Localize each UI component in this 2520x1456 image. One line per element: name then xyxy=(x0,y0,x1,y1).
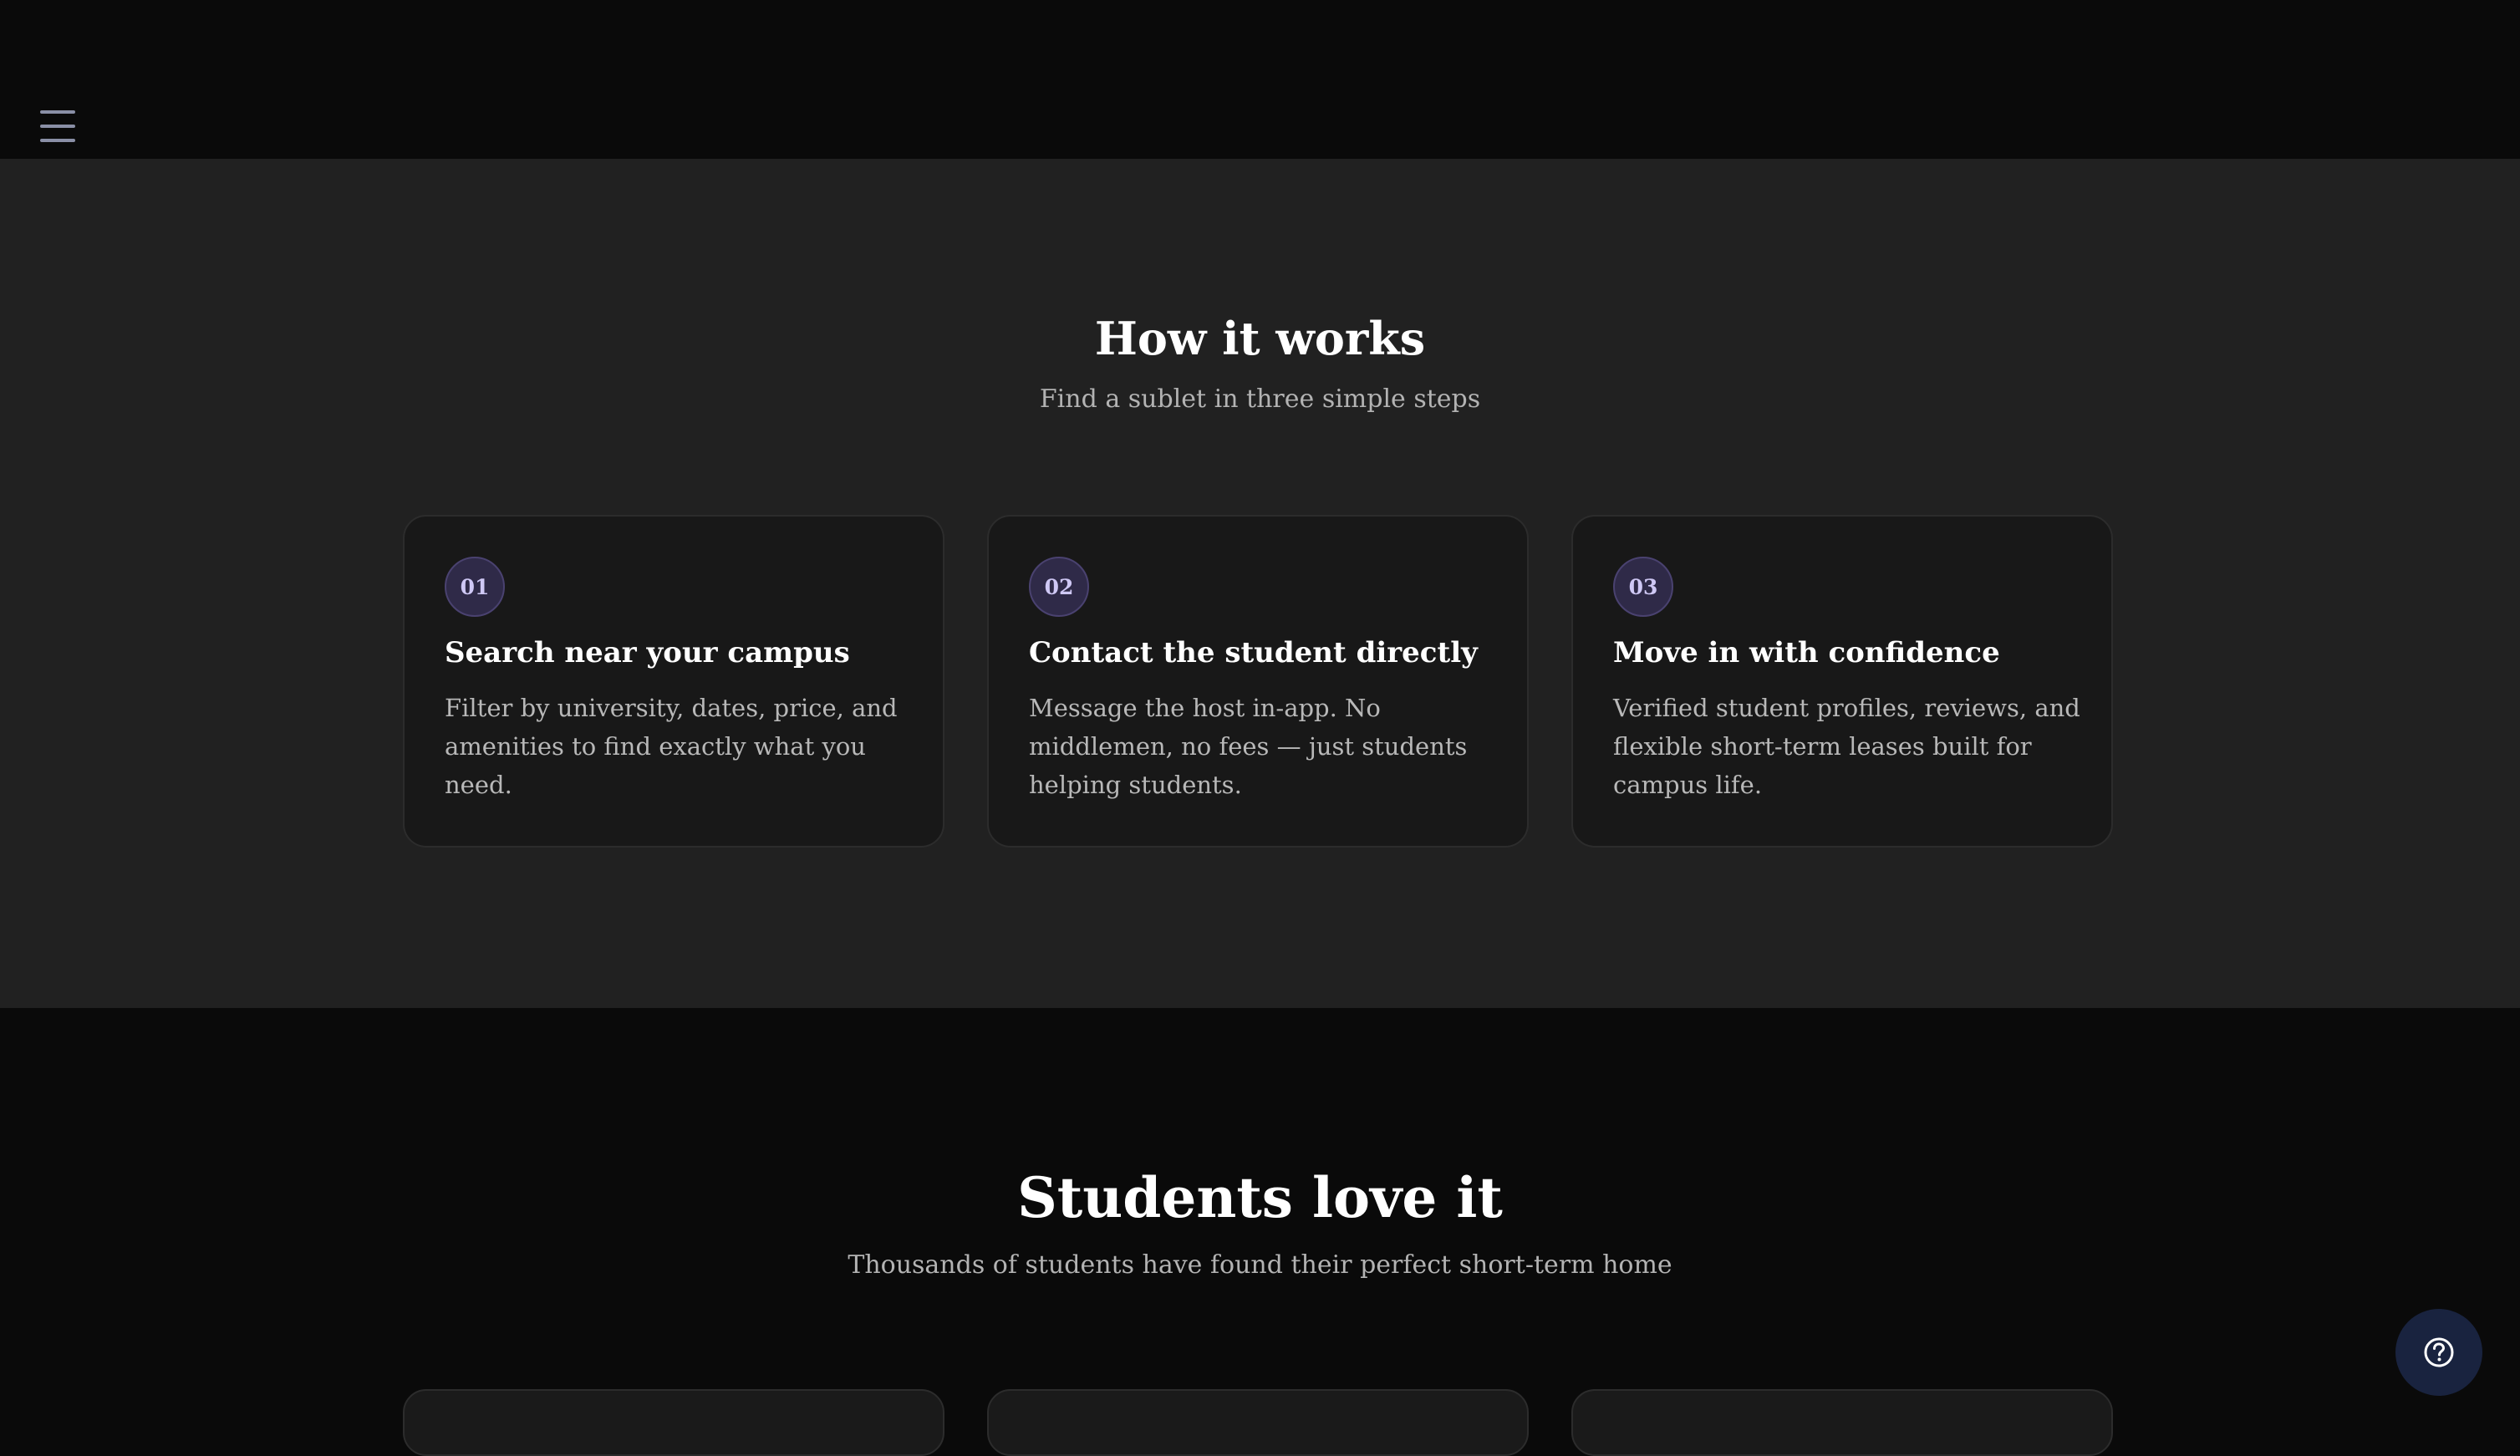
testimonial-card xyxy=(1571,1389,2113,1456)
top-bar xyxy=(0,0,2520,159)
step-number-badge: 03 xyxy=(1613,557,1673,617)
step-number-badge: 01 xyxy=(445,557,505,617)
step-title: Search near your campus xyxy=(445,636,850,669)
step-card: 03 Move in with confidence Verified stud… xyxy=(1571,515,2113,848)
step-number-badge: 02 xyxy=(1029,557,1089,617)
step-description: Message the host in-app. No middlemen, n… xyxy=(1029,694,1468,799)
hamburger-menu-icon xyxy=(40,110,75,142)
how-it-works-section: How it works Find a sublet in three simp… xyxy=(0,159,2520,1008)
section-title: Students love it xyxy=(1017,1165,1503,1230)
help-button[interactable] xyxy=(2395,1309,2482,1396)
testimonial-card xyxy=(987,1389,1529,1456)
step-title: Move in with confidence xyxy=(1613,636,2000,669)
section-subtitle: Find a sublet in three simple steps xyxy=(1039,384,1481,414)
step-description: Filter by university, dates, price, and … xyxy=(445,694,898,799)
section-subtitle: Thousands of students have found their p… xyxy=(848,1250,1672,1280)
help-circle-icon xyxy=(2424,1337,2454,1367)
step-title: Contact the student directly xyxy=(1029,636,1478,669)
step-card: 02 Contact the student directly Message … xyxy=(987,515,1529,848)
step-card: 01 Search near your campus Filter by uni… xyxy=(403,515,944,848)
testimonial-card xyxy=(403,1389,944,1456)
step-description: Verified student profiles, reviews, and … xyxy=(1613,694,2080,799)
menu-button[interactable] xyxy=(38,107,77,145)
section-title: How it works xyxy=(1094,312,1426,365)
